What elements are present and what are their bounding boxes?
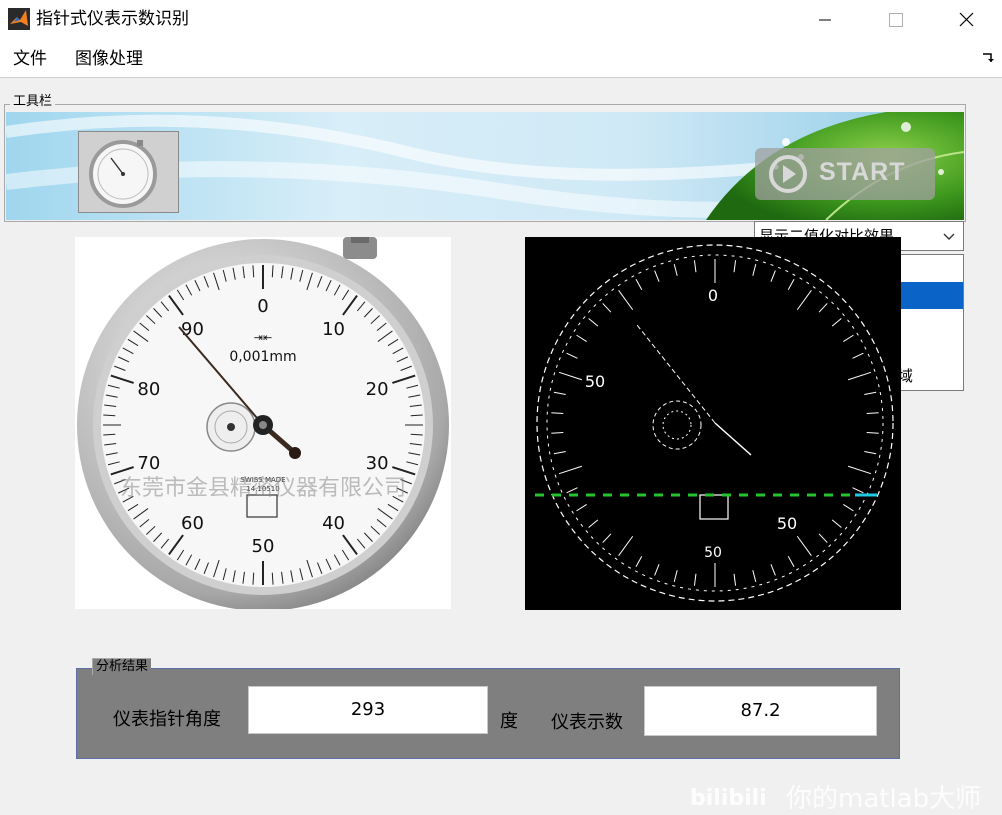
minimize-button[interactable] bbox=[796, 0, 856, 40]
unit-label: 0,001mm bbox=[229, 349, 296, 365]
toolbar-legend: 工具栏 bbox=[10, 94, 56, 110]
dial-number: 80 bbox=[137, 379, 160, 400]
brand-text: bilibili bbox=[690, 786, 767, 811]
chevron-down-icon[interactable] bbox=[935, 222, 963, 250]
meter-reading-label: 仪表示数 bbox=[551, 712, 623, 733]
close-icon bbox=[959, 12, 974, 27]
dial-number: 60 bbox=[181, 513, 204, 534]
pointer-angle-label: 仪表指针角度 bbox=[113, 709, 221, 730]
degree-unit-label: 度 bbox=[500, 711, 518, 732]
edge-number-top: 0 bbox=[708, 286, 718, 305]
maximize-button[interactable] bbox=[866, 0, 926, 40]
dial-number: 40 bbox=[322, 513, 345, 534]
maximize-icon bbox=[889, 13, 903, 27]
undock-arrow-icon[interactable] bbox=[982, 52, 994, 64]
results-legend: 分析结果 bbox=[92, 658, 152, 675]
menu-image-processing[interactable]: 图像处理 bbox=[75, 48, 143, 70]
watermark-text: 你的matlab大师 bbox=[786, 784, 982, 814]
dial-number: 0 bbox=[257, 296, 268, 317]
gauge-thumbnail-icon bbox=[79, 132, 178, 212]
meter-reading-field[interactable]: 87.2 bbox=[644, 686, 877, 736]
dial-gauge-graphic: 0102030405060708090 ⇥⇤ 0,001mm 14.10510 … bbox=[77, 237, 449, 609]
edge-number-left: 50 bbox=[585, 372, 605, 391]
edge-number-lower: 50 bbox=[777, 514, 797, 533]
dial-number: 10 bbox=[322, 319, 345, 340]
dial-number: 30 bbox=[366, 453, 389, 474]
bilibili-logo-icon: bilibili bbox=[690, 786, 767, 811]
gauge-thumbnail-button[interactable] bbox=[78, 131, 179, 213]
dial-number: 90 bbox=[181, 319, 204, 340]
processed-gauge-image: 0 50 50 50 bbox=[525, 237, 901, 610]
close-button[interactable] bbox=[936, 0, 996, 40]
pointer-angle-field[interactable]: 293 bbox=[248, 686, 488, 734]
dial-number: 20 bbox=[366, 379, 389, 400]
menu-bar: 文件 图像处理 bbox=[0, 40, 1002, 78]
play-icon bbox=[769, 155, 807, 193]
matlab-icon bbox=[8, 8, 30, 30]
svg-text:⇥⇤: ⇥⇤ bbox=[254, 331, 272, 344]
svg-text:50: 50 bbox=[704, 545, 722, 561]
edge-detection-graphic: 0 50 50 50 bbox=[525, 237, 901, 610]
start-label: START bbox=[819, 158, 906, 186]
title-bar: 指针式仪表示数识别 bbox=[0, 0, 1002, 40]
original-gauge-image: 0 10 20 30 40 50 60 70 80 90 ⇥⇤ 0,001mm 14.10510 … bbox=[75, 237, 451, 609]
menu-file[interactable]: 文件 bbox=[13, 48, 47, 70]
gauge-watermark: 东莞市金县精密仪器有限公司 bbox=[120, 476, 406, 501]
dial-number: 50 bbox=[252, 536, 275, 557]
start-button[interactable]: START bbox=[755, 148, 935, 200]
dial-number: 70 bbox=[137, 453, 160, 474]
window-title: 指针式仪表示数识别 bbox=[36, 9, 189, 29]
minimize-icon bbox=[819, 19, 831, 21]
